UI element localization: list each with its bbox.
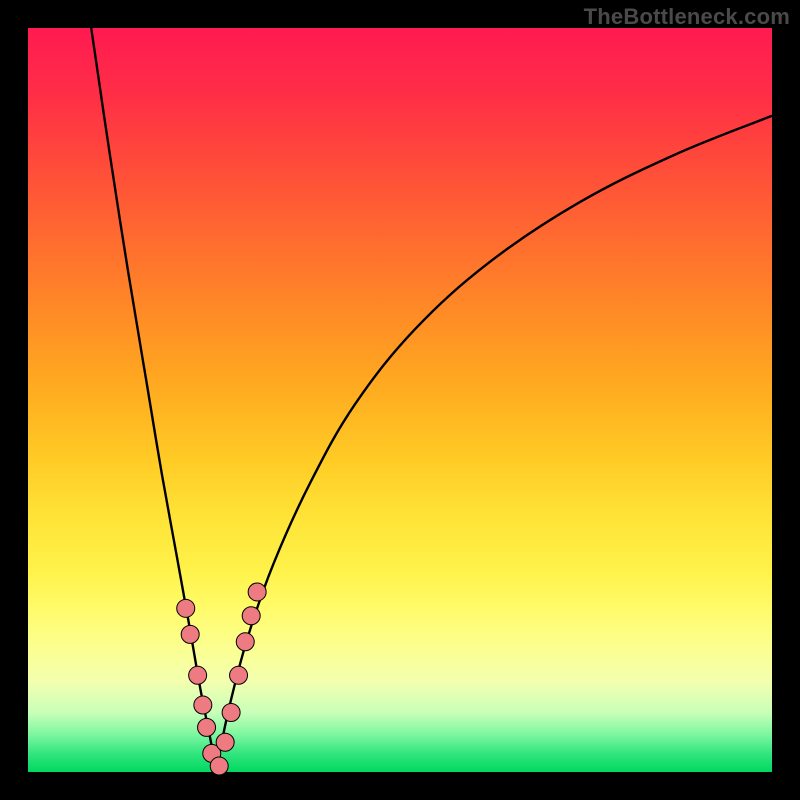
highlight-marker	[198, 718, 216, 736]
bottleneck-curve	[28, 28, 772, 772]
highlight-marker	[222, 703, 240, 721]
highlight-marker	[177, 599, 195, 617]
highlight-marker	[189, 666, 207, 684]
watermark-text: TheBottleneck.com	[584, 4, 790, 30]
highlighted-markers	[177, 583, 266, 775]
highlight-marker	[230, 666, 248, 684]
curve-right-branch	[216, 116, 772, 770]
highlight-marker	[216, 733, 234, 751]
highlight-marker	[248, 583, 266, 601]
plot-area	[28, 28, 772, 772]
highlight-marker	[181, 625, 199, 643]
chart-frame: TheBottleneck.com	[0, 0, 800, 800]
highlight-marker	[210, 757, 228, 775]
highlight-marker	[236, 633, 254, 651]
highlight-marker	[242, 607, 260, 625]
highlight-marker	[194, 696, 212, 714]
curve-left-branch	[91, 28, 216, 770]
